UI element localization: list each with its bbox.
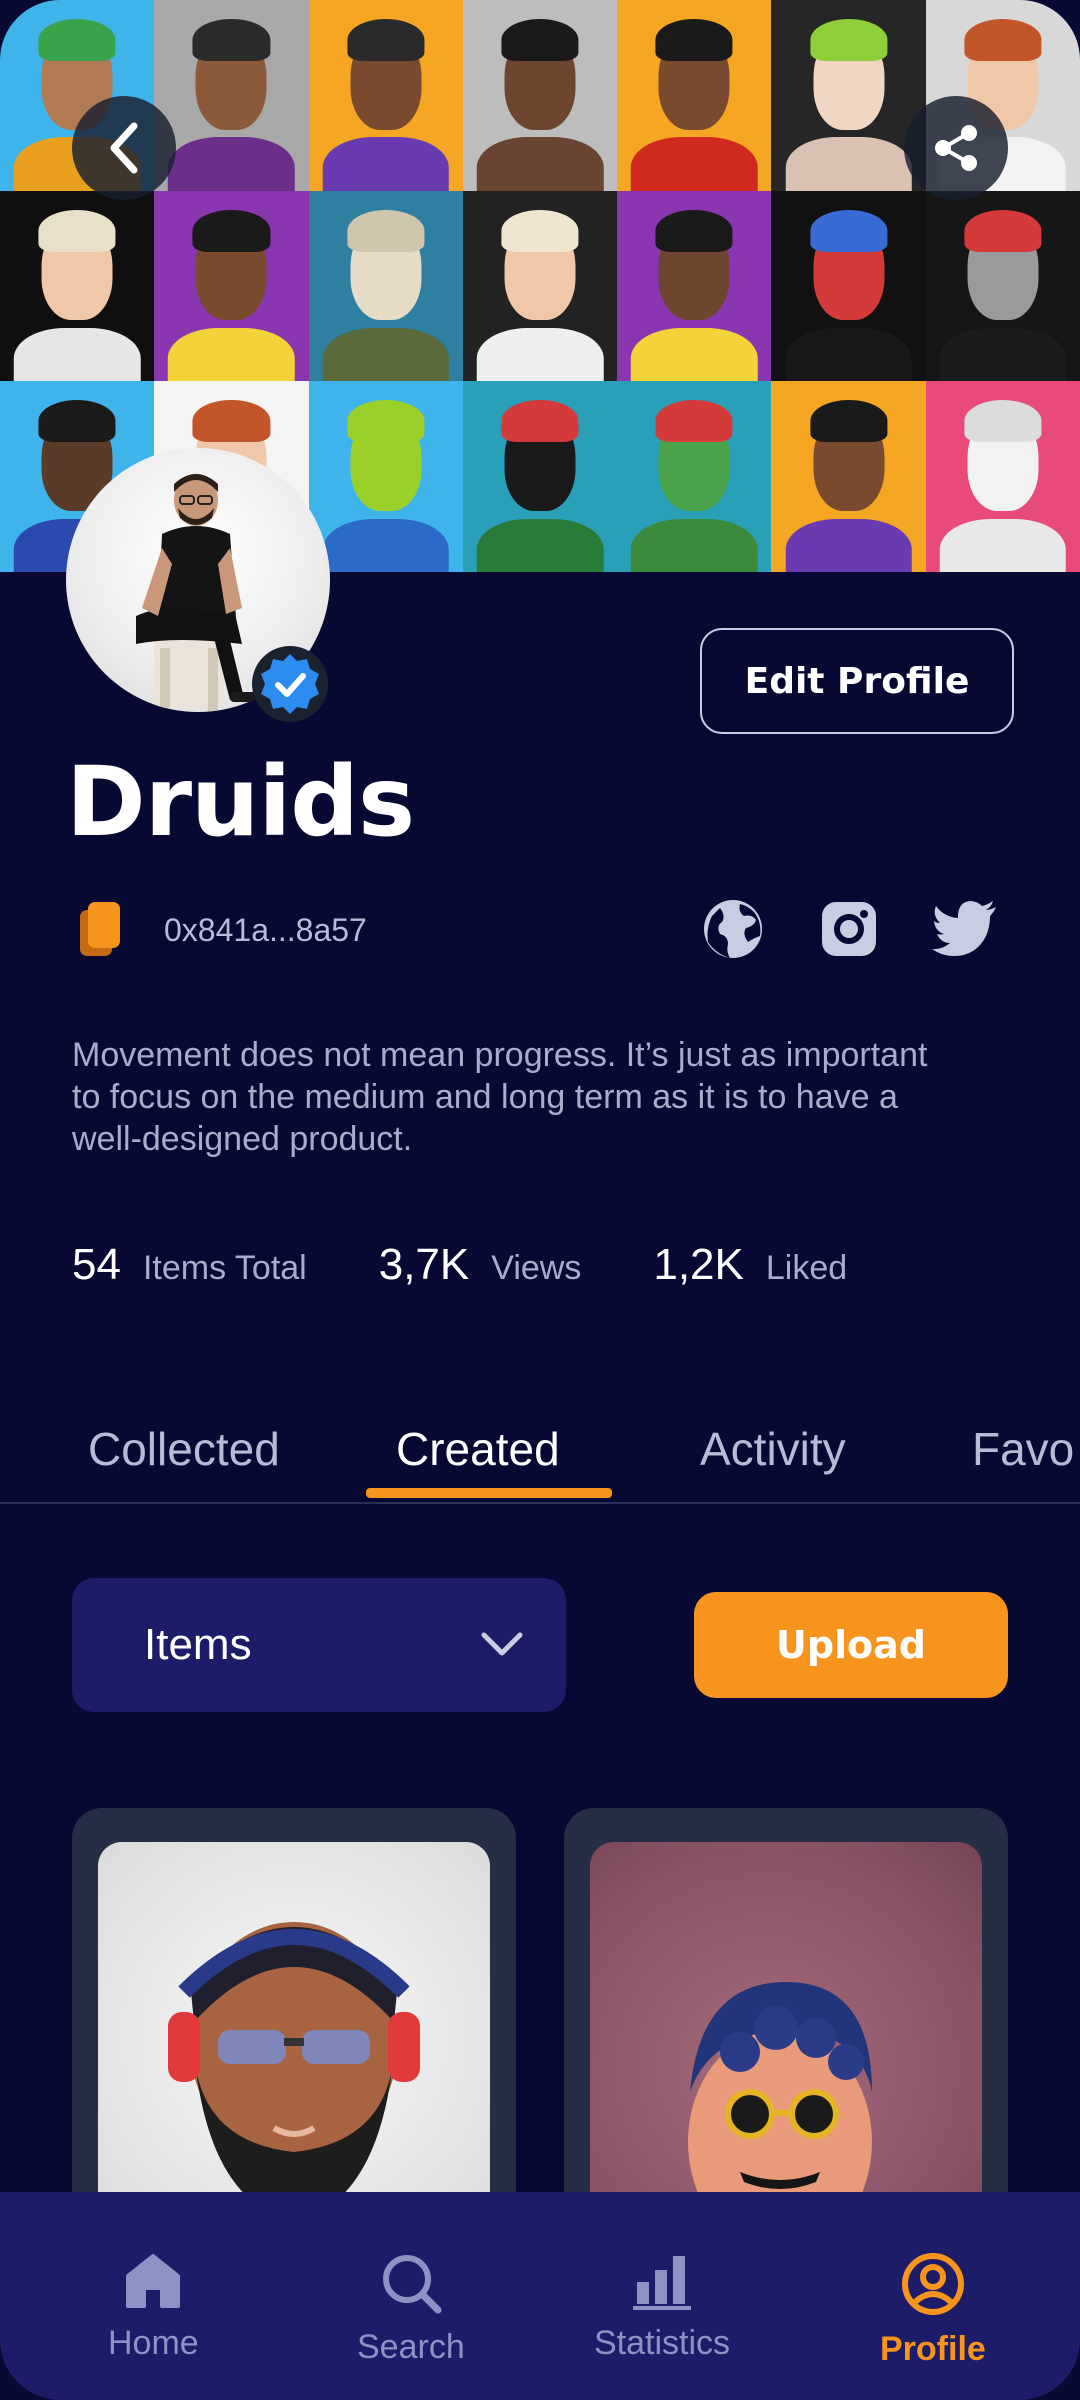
share-icon: [935, 125, 977, 171]
bottom-navigation: Home Search Statistics Profile: [0, 2192, 1080, 2400]
banner-tile: [771, 381, 926, 572]
banner-tile: [308, 0, 463, 191]
banner-tile: [154, 190, 309, 382]
banner-tile: [617, 381, 772, 572]
banner-tile: [462, 0, 618, 191]
nav-profile[interactable]: Profile: [880, 2252, 986, 2369]
banner-tile: [925, 381, 1080, 572]
banner-tile: [462, 190, 618, 382]
search-icon: [382, 2255, 442, 2314]
home-icon: [126, 2254, 181, 2308]
banner-tile: [925, 190, 1080, 382]
instagram-icon: [822, 902, 876, 956]
tab-collected[interactable]: Collected: [88, 1422, 280, 1476]
stat-views: 3,7K Views: [379, 1240, 582, 1290]
stats-row: 54 Items Total 3,7K Views 1,2K Liked: [72, 1240, 919, 1290]
bar-chart-icon: [633, 2256, 692, 2310]
tab-activity[interactable]: Activity: [700, 1422, 846, 1476]
nav-home[interactable]: Home: [108, 2252, 199, 2363]
globe-icon: [704, 900, 762, 958]
twitter-link[interactable]: [932, 896, 998, 962]
items-filter-select[interactable]: Items: [72, 1578, 566, 1712]
nav-label: Profile: [880, 2330, 986, 2368]
edit-profile-button[interactable]: Edit Profile: [700, 628, 1014, 734]
banner-tile: [0, 190, 155, 382]
user-circle-icon: [901, 2253, 964, 2315]
share-button[interactable]: [904, 96, 1008, 200]
twitter-icon: [932, 901, 996, 956]
nav-label: Home: [108, 2324, 199, 2362]
stat-label: Liked: [765, 1249, 848, 1287]
stat-items-total: 54 Items Total: [72, 1240, 307, 1290]
profile-bio: Movement does not mean progress. It’s ju…: [72, 1036, 928, 1158]
stat-value: 1,2K: [653, 1240, 744, 1289]
stat-label: Views: [491, 1249, 582, 1287]
tab-favorites[interactable]: Favo: [972, 1422, 1074, 1476]
stat-label: Items Total: [142, 1249, 307, 1287]
banner-tile: [617, 190, 772, 382]
stat-value: 3,7K: [378, 1240, 470, 1289]
stat-liked: 1,2K Liked: [653, 1240, 847, 1290]
profile-name: Druids: [66, 746, 415, 858]
nav-search[interactable]: Search: [357, 2252, 465, 2367]
banner-tile: [154, 0, 309, 191]
website-link[interactable]: [700, 896, 766, 962]
upload-button[interactable]: Upload: [694, 1592, 1008, 1698]
chevron-down-icon: [481, 1632, 523, 1656]
banner-tile: [462, 381, 618, 572]
nav-label: Statistics: [594, 2324, 731, 2362]
tab-created[interactable]: Created: [396, 1422, 560, 1476]
wallet-address: 0x841a...8a57: [164, 911, 367, 948]
stat-value: 54: [72, 1240, 121, 1289]
nav-label: Search: [357, 2328, 465, 2366]
banner-tile: [617, 0, 772, 191]
nav-statistics[interactable]: Statistics: [594, 2252, 730, 2363]
social-links: [700, 896, 998, 962]
banner-tile: [308, 381, 463, 572]
banner-tile: [771, 190, 926, 382]
instagram-link[interactable]: [816, 896, 882, 962]
verified-badge-icon: [252, 646, 328, 722]
chevron-left-icon: [110, 122, 138, 174]
banner-tile: [308, 190, 463, 382]
profile-screen: Edit Profile Druids 0x841a...8a57 Moveme…: [0, 0, 1080, 2400]
wallet-address-row[interactable]: 0x841a...8a57: [78, 900, 367, 960]
copy-icon[interactable]: [78, 900, 124, 960]
select-value: Items: [144, 1620, 252, 1669]
active-tab-indicator: [366, 1488, 612, 1498]
back-button[interactable]: [72, 96, 176, 200]
banner-tile: [771, 0, 926, 191]
